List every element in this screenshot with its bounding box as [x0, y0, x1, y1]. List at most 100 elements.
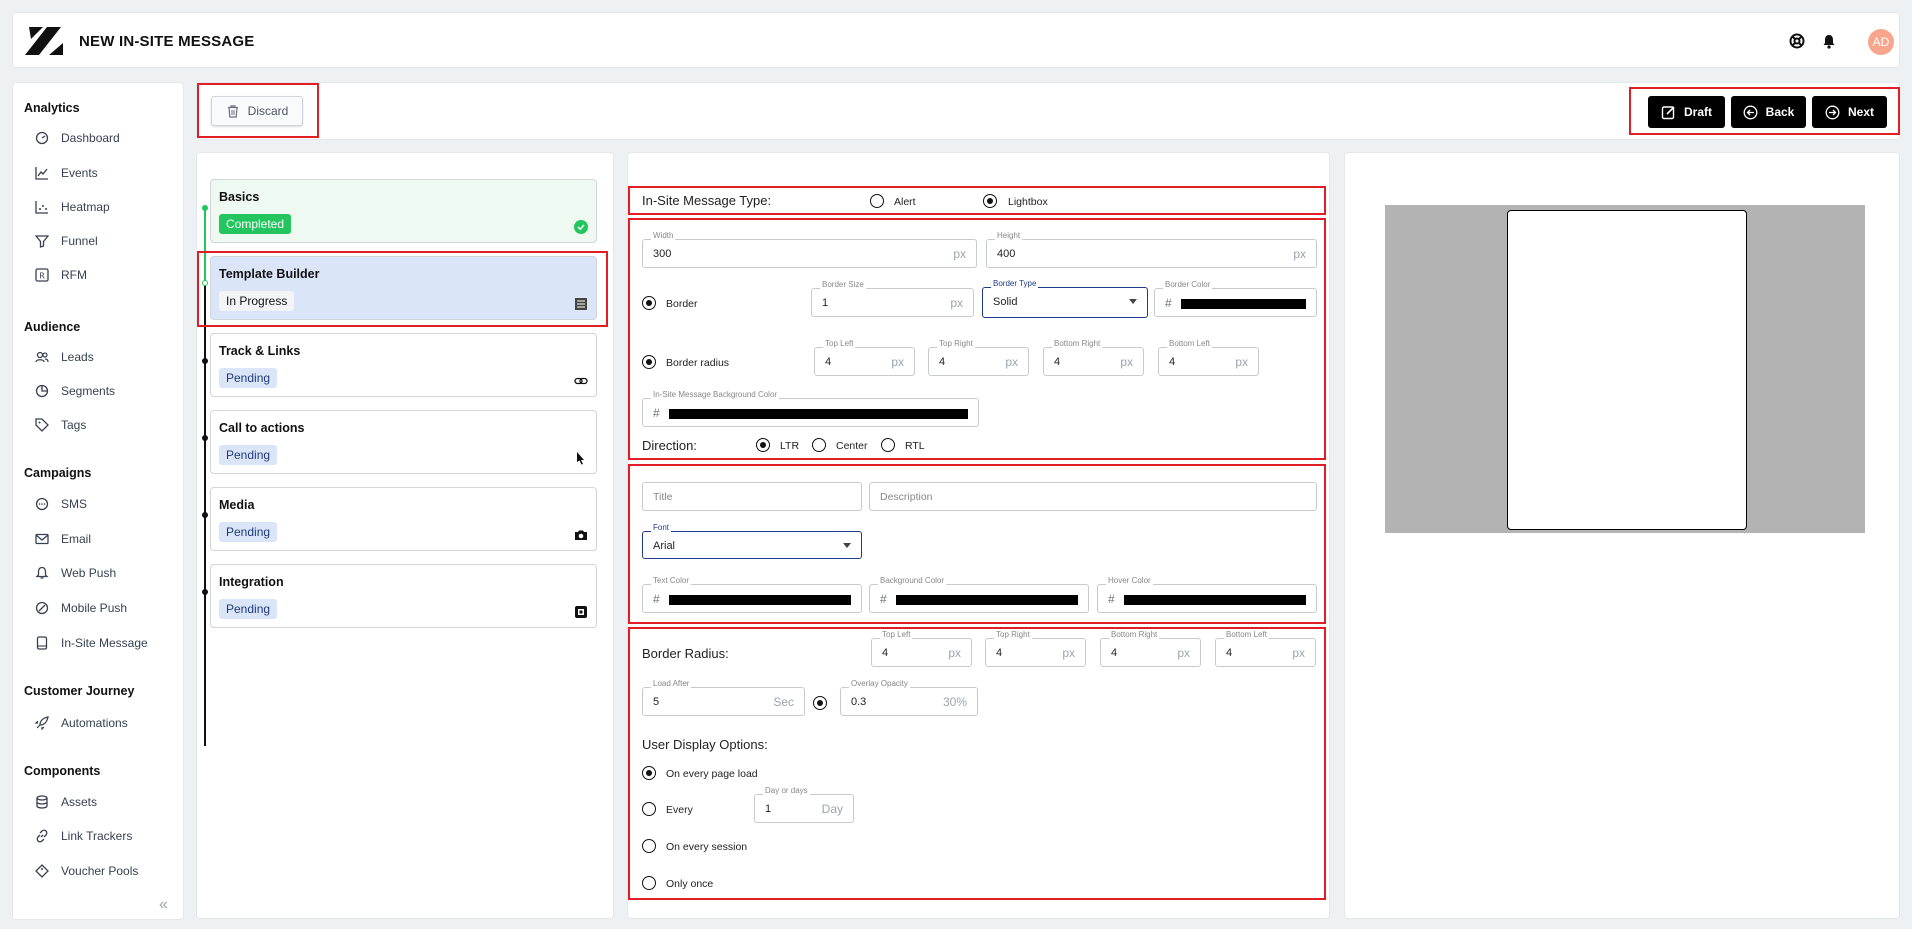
sidebar-item-label: Funnel [61, 234, 98, 248]
preview-panel [1344, 152, 1900, 919]
sidebar-item-heatmap[interactable]: Heatmap [35, 197, 110, 217]
sidebar-section-customer-journey: Customer Journey [24, 684, 135, 698]
timeline-dot [202, 435, 208, 441]
sidebar-item-label: Tags [61, 418, 87, 432]
step-integration[interactable]: Integration Pending [210, 564, 597, 628]
lifebuoy-icon[interactable] [1789, 33, 1805, 49]
step-track-links[interactable]: Track & Links Pending [210, 333, 597, 397]
status-badge: Completed [219, 214, 292, 234]
step-title: Track & Links [219, 344, 301, 358]
sidebar-item-leads[interactable]: Leads [35, 347, 94, 367]
bell-outline-icon [35, 566, 49, 579]
page-title: NEW IN-SITE MESSAGE [79, 33, 255, 50]
preview-overlay [1385, 205, 1865, 533]
integration-icon [575, 606, 587, 618]
pie-chart-icon [35, 384, 49, 398]
timeline-dot [202, 589, 208, 595]
funnel-icon [35, 235, 49, 248]
sidebar-item-label: RFM [61, 268, 87, 282]
line-chart-icon [35, 167, 48, 180]
sidebar-item-in-site-message[interactable]: In-Site Message [35, 633, 148, 653]
sidebar-item-dashboard[interactable]: Dashboard [35, 128, 120, 148]
sidebar-item-label: Events [61, 166, 98, 180]
timeline-dot [202, 358, 208, 364]
sidebar-item-mobile-push[interactable]: Mobile Push [35, 598, 127, 618]
highlight-box [628, 464, 1326, 624]
step-basics[interactable]: Basics Completed [210, 179, 597, 243]
step-call-to-actions[interactable]: Call to actions Pending [210, 410, 597, 474]
app-logo-icon[interactable] [25, 23, 65, 59]
sidebar-item-label: Segments [61, 384, 116, 398]
highlight-box [628, 186, 1326, 215]
sidebar-item-email[interactable]: Email [35, 529, 91, 549]
step-title: Call to actions [219, 421, 305, 435]
link-icon [36, 829, 48, 843]
sidebar-item-label: Mobile Push [61, 601, 128, 615]
rocket-icon [35, 716, 49, 730]
bell-icon[interactable] [1821, 33, 1837, 49]
svg-text:R: R [39, 272, 45, 281]
sidebar-section-audience: Audience [24, 320, 81, 334]
preview-message-box [1507, 210, 1747, 530]
highlight-box [197, 251, 608, 327]
sidebar: Analytics Dashboard Events Heatmap Funne… [12, 82, 184, 920]
avatar[interactable]: AD [1868, 29, 1894, 55]
mobile-push-icon [35, 601, 49, 615]
step-media[interactable]: Media Pending [210, 487, 597, 551]
collapse-sidebar-icon[interactable]: « [159, 896, 168, 914]
sidebar-item-label: Email [61, 532, 92, 546]
timeline-dot [202, 512, 208, 518]
sidebar-section-campaigns: Campaigns [24, 466, 92, 480]
sidebar-section-components: Components [24, 764, 101, 778]
link-icon [574, 377, 588, 385]
status-badge: Pending [219, 445, 278, 465]
sidebar-item-label: SMS [61, 497, 88, 511]
highlight-box [197, 83, 319, 138]
sidebar-item-label: In-Site Message [61, 636, 148, 650]
sidebar-item-web-push[interactable]: Web Push [35, 563, 116, 583]
envelope-icon [35, 533, 49, 545]
top-bar: NEW IN-SITE MESSAGE AD [12, 12, 1900, 68]
check-circle-icon [574, 220, 588, 234]
camera-icon [575, 530, 587, 540]
sidebar-item-label: Heatmap [61, 200, 110, 214]
sidebar-item-tags[interactable]: Tags [35, 415, 86, 435]
sidebar-item-automations[interactable]: Automations [35, 713, 128, 733]
highlight-box [1629, 87, 1900, 135]
tag-icon [35, 418, 49, 432]
step-title: Basics [219, 190, 260, 204]
status-badge: Pending [219, 522, 278, 542]
sidebar-item-segments[interactable]: Segments [35, 381, 115, 401]
sidebar-item-rfm[interactable]: R RFM [35, 265, 87, 285]
status-badge: Pending [219, 368, 278, 388]
step-title: Integration [219, 575, 284, 589]
sidebar-item-assets[interactable]: Assets [35, 792, 97, 812]
rfm-icon: R [35, 268, 49, 282]
sidebar-section-analytics: Analytics [24, 101, 80, 115]
heatmap-icon [35, 201, 48, 214]
step-title: Media [219, 498, 255, 512]
sidebar-item-label: Voucher Pools [61, 864, 139, 878]
sidebar-item-label: Assets [61, 795, 98, 809]
sidebar-item-label: Automations [61, 716, 128, 730]
sidebar-item-sms[interactable]: SMS [35, 494, 87, 514]
users-icon [35, 351, 49, 363]
highlight-box [628, 218, 1326, 460]
sidebar-item-label: Web Push [61, 566, 117, 580]
highlight-box [628, 627, 1326, 900]
sidebar-item-link-trackers[interactable]: Link Trackers [35, 826, 132, 846]
sidebar-item-label: Leads [61, 350, 94, 364]
sidebar-item-events[interactable]: Events [35, 163, 98, 183]
sidebar-item-label: Link Trackers [61, 829, 133, 843]
database-icon [36, 795, 48, 809]
hand-pointer-icon [577, 452, 584, 465]
gauge-icon [35, 131, 49, 145]
status-badge: Pending [219, 599, 278, 619]
sidebar-item-funnel[interactable]: Funnel [35, 231, 98, 251]
sidebar-item-voucher-pools[interactable]: Voucher Pools [35, 861, 138, 881]
tablet-icon [36, 636, 48, 650]
sidebar-item-label: Dashboard [61, 131, 120, 145]
voucher-icon [35, 864, 49, 878]
chat-bubble-icon [35, 497, 49, 511]
timeline-dot [202, 205, 208, 211]
